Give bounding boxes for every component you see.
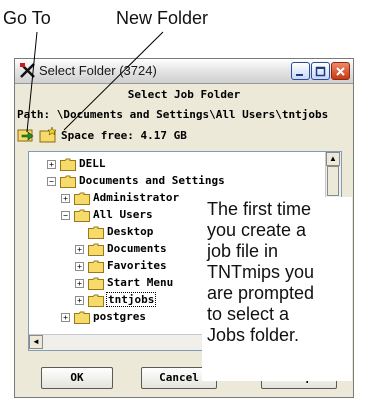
folder-icon	[88, 277, 104, 290]
path-value: \Documents and Settings\All Users\tntjob…	[56, 108, 329, 121]
annotation-line: you create a	[207, 220, 307, 240]
new-folder-callout-label: New Folder	[116, 8, 209, 28]
expand-toggle-icon[interactable]: −	[47, 177, 56, 186]
minimize-icon	[296, 73, 303, 76]
folder-icon	[74, 192, 90, 205]
dialog-heading: Select Job Folder	[127, 88, 241, 101]
close-icon	[336, 66, 345, 76]
tree-item-label: DELL	[79, 157, 106, 170]
annotation-line: job file in	[207, 241, 279, 261]
toolbar: Space free: 4.17 GB	[17, 126, 337, 146]
expand-toggle-icon[interactable]: +	[75, 245, 84, 254]
maximize-icon	[315, 66, 326, 76]
app-icon	[20, 63, 35, 78]
scroll-thumb[interactable]	[327, 166, 339, 196]
maximize-button[interactable]	[311, 62, 330, 80]
space-free-text: Space free: 4.17 GB	[61, 129, 187, 142]
tree-item-label: Start Menu	[107, 276, 174, 289]
minimize-button[interactable]	[291, 62, 310, 80]
tree-item-label: Documents	[107, 242, 167, 255]
expand-toggle-icon[interactable]: +	[75, 279, 84, 288]
folder-icon	[88, 294, 104, 307]
window-title: Select Folder (3724)	[39, 63, 157, 78]
scroll-left-button[interactable]: ◄	[29, 335, 43, 349]
folder-icon	[88, 260, 104, 273]
expand-toggle-icon[interactable]: −	[61, 211, 70, 220]
tree-item-label: tntjobs	[105, 292, 157, 307]
expand-toggle-icon[interactable]: +	[61, 194, 70, 203]
tree-item-label: Documents and Settings	[79, 174, 225, 187]
tree-item-label: Administrator	[93, 191, 180, 204]
scroll-up-button[interactable]: ▲	[326, 152, 340, 166]
folder-icon	[60, 175, 76, 188]
annotation-line: The first time	[207, 199, 312, 219]
goto-arrow-icon	[17, 129, 34, 142]
annotation-line: Jobs folder.	[207, 325, 300, 345]
path-label: Path:	[17, 108, 51, 121]
expand-toggle-icon[interactable]: +	[61, 313, 70, 322]
tree-item-label: postgres	[93, 310, 146, 323]
tree-item-label: Desktop	[107, 225, 154, 238]
title-bar[interactable]: Select Folder (3724)	[15, 59, 353, 84]
tree-item-label: All Users	[93, 208, 153, 221]
path-row: Path: \Documents and Settings\All Users\…	[17, 108, 328, 121]
expand-toggle-icon[interactable]: +	[47, 160, 56, 169]
tree-item-label: Favorites	[107, 259, 167, 272]
new-folder-button[interactable]	[39, 126, 58, 144]
goto-callout-label: Go To	[3, 8, 51, 28]
expand-toggle-icon[interactable]: +	[75, 296, 84, 305]
annotation-text: The first time you create a job file in …	[202, 197, 352, 381]
expand-toggle-icon[interactable]: +	[75, 262, 84, 271]
annotation-line: to select a	[207, 304, 290, 324]
annotation-line: TNTmips you	[207, 262, 315, 282]
ok-button[interactable]: OK	[41, 367, 113, 389]
new-folder-icon	[39, 126, 57, 143]
annotation-line: are prompted	[207, 283, 315, 303]
folder-icon	[74, 311, 90, 324]
folder-icon	[88, 243, 104, 256]
close-button[interactable]	[331, 62, 350, 80]
folder-icon	[60, 158, 76, 171]
goto-button[interactable]	[17, 126, 36, 144]
folder-icon	[88, 226, 104, 239]
folder-icon	[74, 209, 90, 222]
